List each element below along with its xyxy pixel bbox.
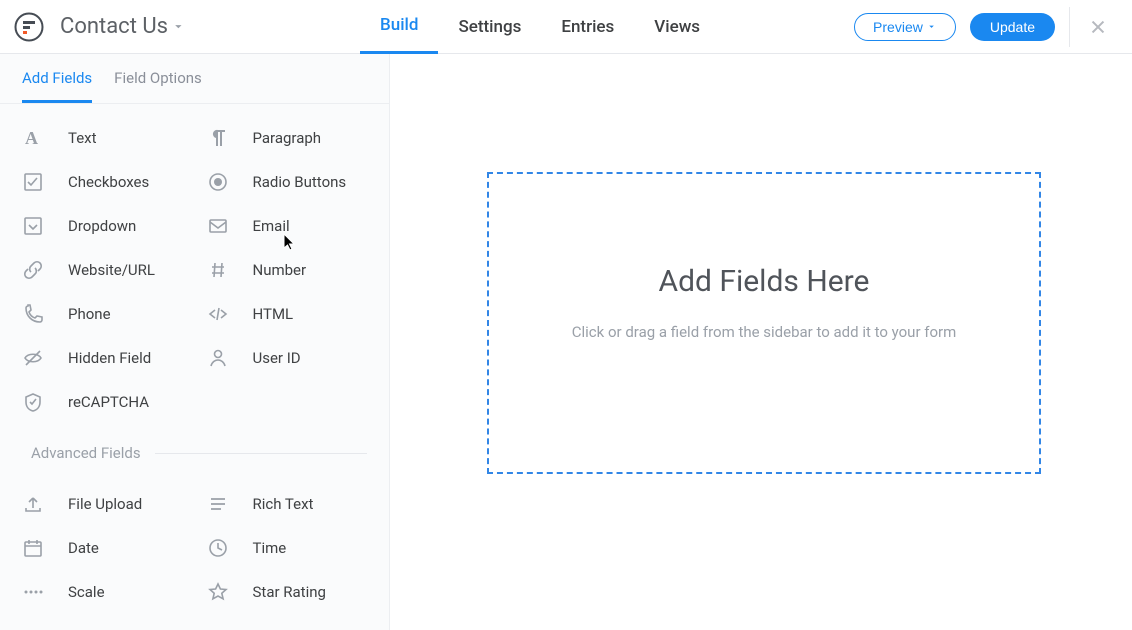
scale-icon: [22, 581, 44, 603]
dropzone-title: Add Fields Here: [489, 264, 1039, 299]
field-label: File Upload: [68, 495, 142, 513]
eye-off-icon: [22, 347, 44, 369]
dropzone[interactable]: Add Fields Here Click or drag a field fr…: [487, 172, 1041, 474]
field-paragraph[interactable]: Paragraph: [195, 116, 380, 160]
dropdown-icon: [22, 215, 44, 237]
field-label: Text: [68, 129, 97, 147]
field-html[interactable]: HTML: [195, 292, 380, 336]
hash-icon: [207, 259, 229, 281]
field-label: Radio Buttons: [253, 173, 347, 191]
field-url[interactable]: Website/URL: [10, 248, 195, 292]
field-label: Rich Text: [253, 495, 314, 513]
field-label: Time: [253, 539, 287, 557]
tab-label: Settings: [458, 17, 521, 37]
app-logo[interactable]: [14, 12, 44, 42]
sidebar-tabs: Add Fields Field Options: [0, 54, 389, 104]
field-label: Checkboxes: [68, 173, 149, 191]
sidebar-tab-label: Field Options: [114, 69, 202, 87]
tab-build[interactable]: Build: [360, 0, 438, 54]
field-rich-text[interactable]: Rich Text: [195, 482, 380, 526]
code-icon: [207, 303, 229, 325]
sidebar-tab-field-options[interactable]: Field Options: [114, 54, 202, 103]
field-label: reCAPTCHA: [68, 393, 149, 411]
field-star-rating[interactable]: Star Rating: [195, 570, 380, 614]
user-icon: [207, 347, 229, 369]
radio-icon: [207, 171, 229, 193]
star-icon: [207, 581, 229, 603]
field-number[interactable]: Number: [195, 248, 380, 292]
field-checkboxes[interactable]: Checkboxes: [10, 160, 195, 204]
shield-check-icon: [22, 391, 44, 413]
header-actions: Preview Update: [854, 7, 1112, 47]
field-user-id[interactable]: User ID: [195, 336, 380, 380]
caret-down-icon: [927, 22, 937, 32]
form-title-dropdown[interactable]: Contact Us: [60, 14, 186, 39]
field-radio[interactable]: Radio Buttons: [195, 160, 380, 204]
tab-entries[interactable]: Entries: [541, 0, 634, 54]
divider: [1069, 7, 1070, 47]
clock-icon: [207, 537, 229, 559]
phone-icon: [22, 303, 44, 325]
dropzone-subtitle: Click or drag a field from the sidebar t…: [489, 323, 1039, 341]
sidebar: Add Fields Field Options Text Paragraph …: [0, 54, 390, 630]
checkbox-icon: [22, 171, 44, 193]
update-label: Update: [990, 19, 1035, 35]
divider: [155, 453, 367, 454]
header-tabs: Build Settings Entries Views: [360, 0, 720, 54]
field-hidden[interactable]: Hidden Field: [10, 336, 195, 380]
link-icon: [22, 259, 44, 281]
tab-settings[interactable]: Settings: [438, 0, 541, 54]
email-icon: [207, 215, 229, 237]
field-email[interactable]: Email: [195, 204, 380, 248]
app-header: Contact Us Build Settings Entries Views …: [0, 0, 1132, 54]
field-time[interactable]: Time: [195, 526, 380, 570]
update-button[interactable]: Update: [970, 13, 1055, 41]
field-label: Date: [68, 539, 99, 557]
field-label: Hidden Field: [68, 349, 151, 367]
field-label: Star Rating: [253, 583, 326, 601]
calendar-icon: [22, 537, 44, 559]
field-scale[interactable]: Scale: [10, 570, 195, 614]
close-button[interactable]: [1084, 13, 1112, 41]
paragraph-icon: [207, 127, 229, 149]
field-label: Paragraph: [253, 129, 322, 147]
form-title-text: Contact Us: [60, 14, 168, 39]
field-label: User ID: [253, 349, 301, 367]
sidebar-tab-add-fields[interactable]: Add Fields: [22, 54, 92, 103]
richtext-icon: [207, 493, 229, 515]
form-canvas: Add Fields Here Click or drag a field fr…: [390, 54, 1132, 630]
field-recaptcha[interactable]: reCAPTCHA: [10, 380, 195, 424]
field-date[interactable]: Date: [10, 526, 195, 570]
advanced-fields-header: Advanced Fields: [0, 436, 389, 470]
tab-label: Views: [654, 17, 700, 37]
field-label: HTML: [253, 305, 294, 323]
advanced-fields-grid: File Upload Rich Text Date Time Scale St…: [0, 470, 389, 626]
field-file-upload[interactable]: File Upload: [10, 482, 195, 526]
field-label: Phone: [68, 305, 111, 323]
tab-label: Entries: [561, 17, 614, 37]
basic-fields-grid: Text Paragraph Checkboxes Radio Buttons …: [0, 104, 389, 436]
field-label: Number: [253, 261, 307, 279]
caret-down-icon: [172, 20, 186, 34]
field-phone[interactable]: Phone: [10, 292, 195, 336]
field-label: Email: [253, 217, 290, 235]
tab-label: Build: [380, 15, 418, 35]
field-label: Website/URL: [68, 261, 155, 279]
section-label: Advanced Fields: [31, 444, 141, 462]
field-label: Dropdown: [68, 217, 136, 235]
preview-button[interactable]: Preview: [854, 13, 956, 41]
field-dropdown[interactable]: Dropdown: [10, 204, 195, 248]
upload-icon: [22, 493, 44, 515]
preview-label: Preview: [873, 19, 923, 35]
field-label: Scale: [68, 583, 105, 601]
tab-views[interactable]: Views: [634, 0, 720, 54]
field-text[interactable]: Text: [10, 116, 195, 160]
close-icon: [1088, 17, 1108, 37]
sidebar-tab-label: Add Fields: [22, 69, 92, 87]
text-icon: [22, 127, 44, 149]
